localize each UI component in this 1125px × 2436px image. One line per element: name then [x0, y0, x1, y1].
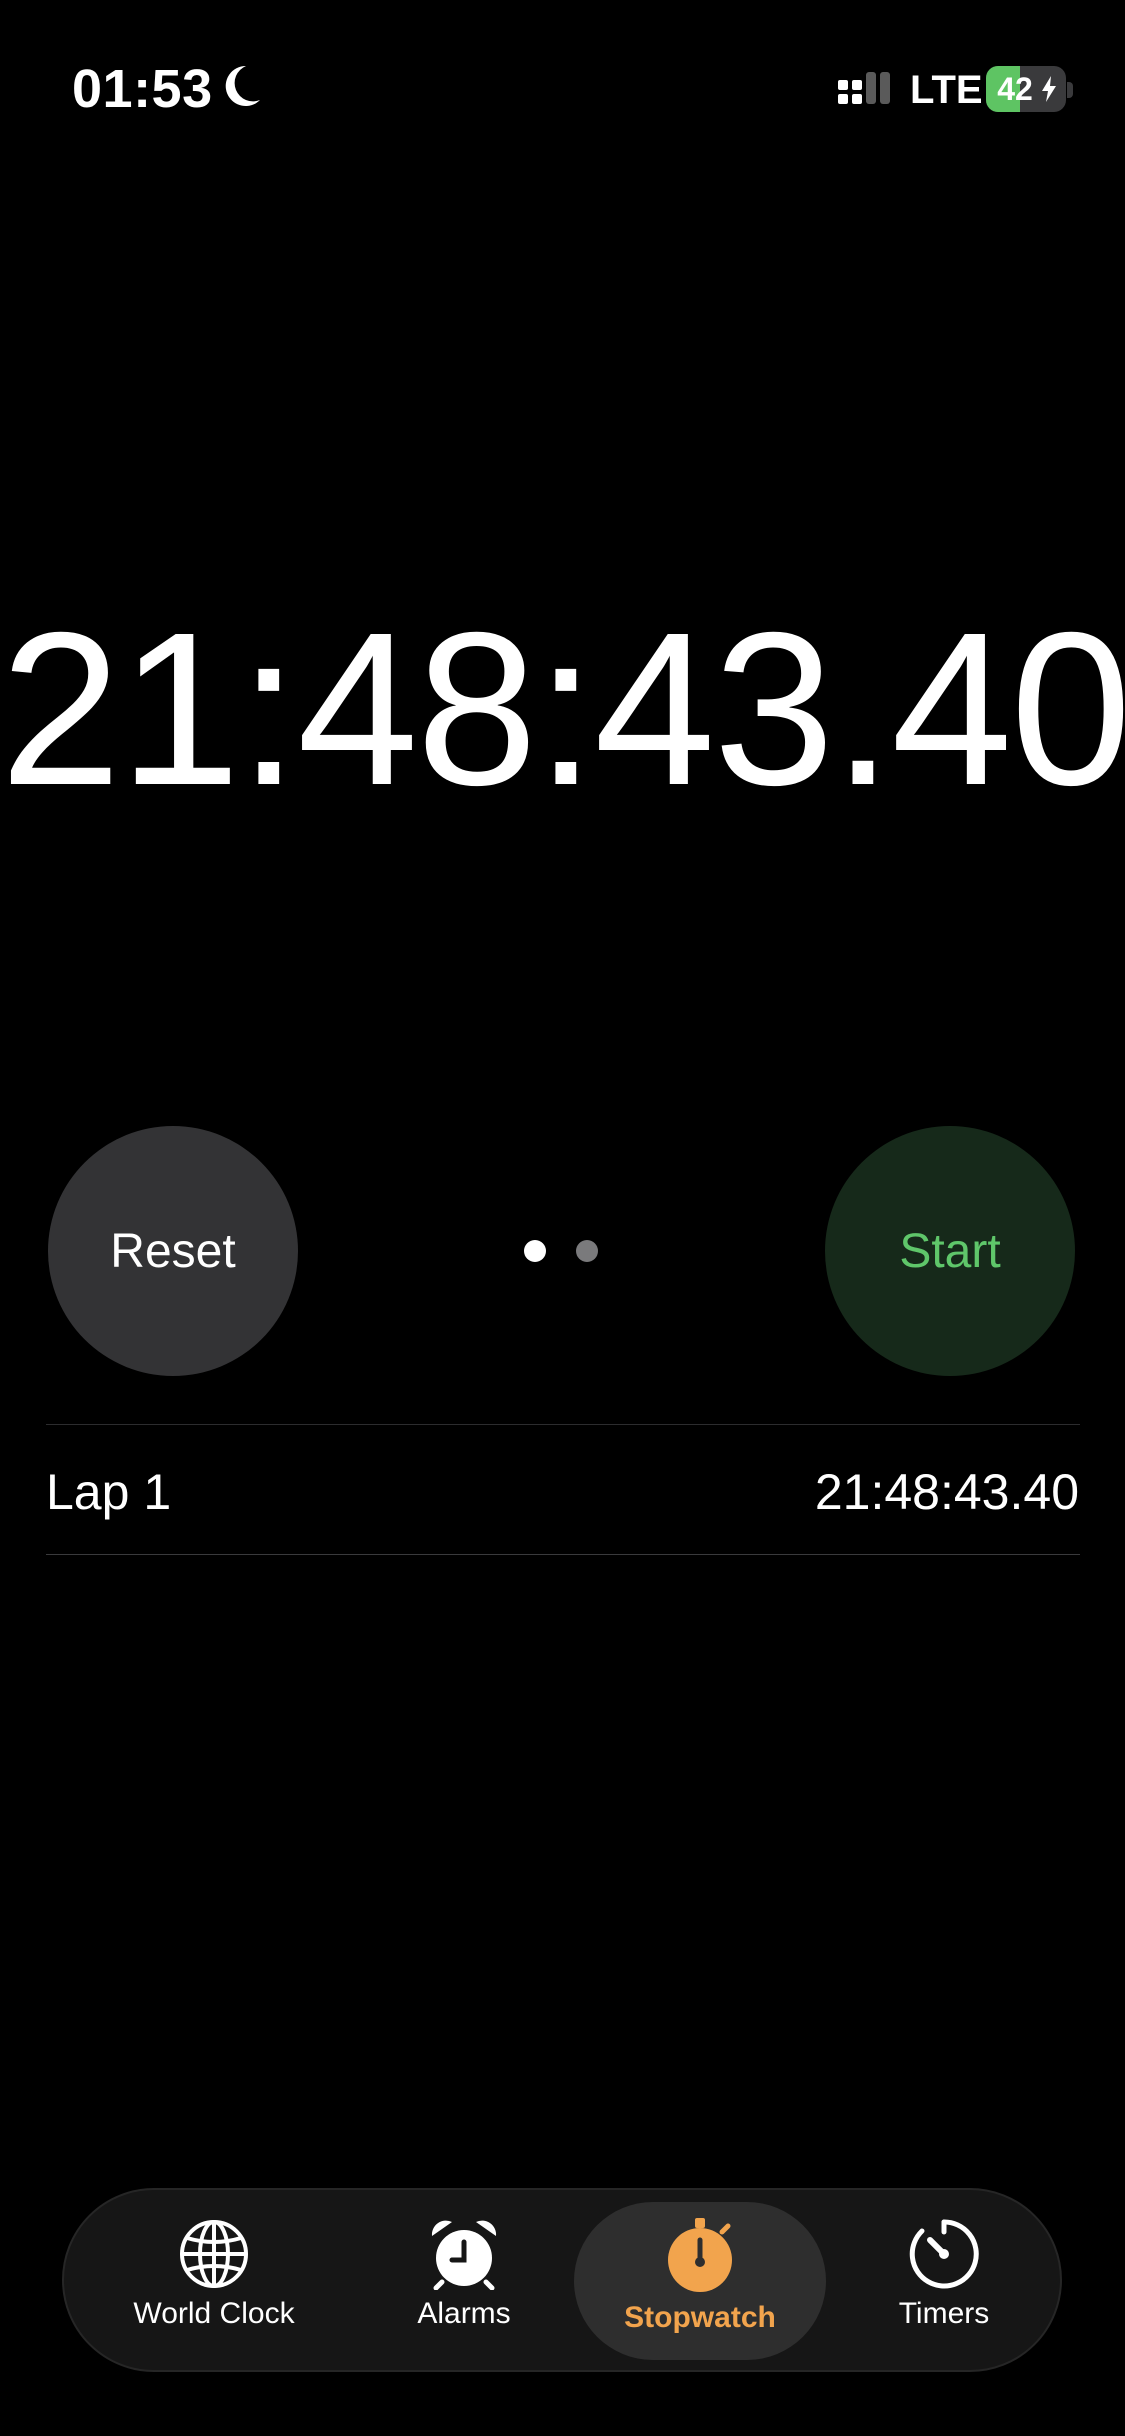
status-time: 01:53: [72, 59, 213, 119]
tab-timers[interactable]: Timers: [854, 2202, 1034, 2360]
lap-list-bottom-divider: [46, 1554, 1080, 1555]
tab-bar: World Clock Alarms Stopwatch Timers: [62, 2188, 1062, 2372]
network-type: LTE: [910, 68, 983, 112]
tab-stopwatch[interactable]: Stopwatch: [574, 2202, 826, 2360]
page-dot-1[interactable]: [524, 1240, 546, 1262]
battery-icon: 42: [986, 66, 1066, 112]
signal-icon: [838, 72, 890, 104]
tab-stopwatch-label: Stopwatch: [624, 2301, 776, 2334]
lap-label: Lap 1: [46, 1464, 172, 1520]
tab-alarms-label: Alarms: [417, 2297, 511, 2330]
bolt-icon: [1042, 76, 1056, 102]
lap-time: 21:48:43.40: [814, 1464, 1079, 1520]
start-button[interactable]: Start: [825, 1126, 1075, 1376]
stopwatch-display: 21:48:43.40: [0, 588, 1125, 831]
reset-button[interactable]: Reset: [48, 1126, 298, 1376]
timer-icon: [909, 2219, 979, 2289]
stopwatch-icon: [668, 2218, 732, 2292]
globe-icon: [180, 2220, 248, 2288]
battery-level: 42: [997, 71, 1033, 107]
page-dot-2[interactable]: [576, 1240, 598, 1262]
battery-nub: [1067, 82, 1073, 98]
alarm-clock-icon: [431, 2220, 497, 2290]
tab-timers-label: Timers: [898, 2297, 990, 2330]
tab-world-clock[interactable]: World Clock: [94, 2202, 334, 2360]
lap-list-top-divider: [46, 1424, 1080, 1425]
tab-world-clock-label: World Clock: [133, 2297, 295, 2330]
tab-alarms[interactable]: Alarms: [364, 2202, 564, 2360]
page-indicator[interactable]: [524, 1240, 604, 1264]
moon-icon: [225, 65, 260, 106]
